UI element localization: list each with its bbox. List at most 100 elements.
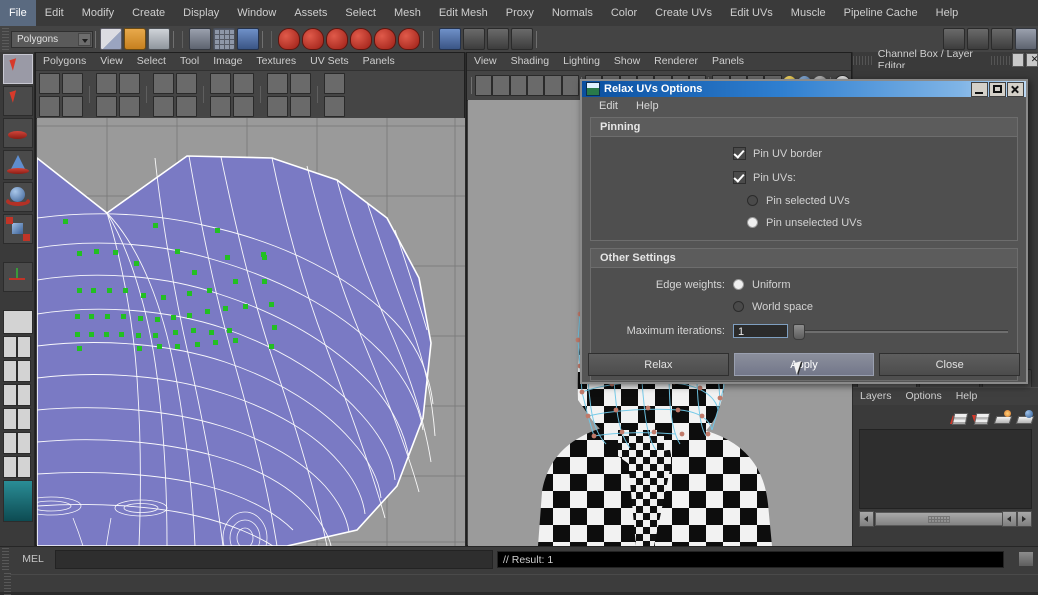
uv-toggle-grid-button[interactable]	[39, 72, 60, 94]
select-camera-button[interactable]	[475, 75, 493, 96]
pin-uvs-checkbox[interactable]	[733, 171, 746, 184]
layout-hypershade-persp-button[interactable]	[3, 408, 31, 430]
dialog-menu-edit[interactable]: Edit	[590, 97, 627, 115]
uv-menu-uv-sets[interactable]: UV Sets	[303, 53, 356, 70]
menuset-selector[interactable]: Polygons	[11, 30, 93, 48]
uv-menu-tool[interactable]: Tool	[173, 53, 206, 70]
paint-select-tool-button[interactable]	[3, 118, 33, 148]
scrollbar-thumb[interactable]	[875, 511, 1003, 526]
dock-undock-button[interactable]	[1011, 53, 1024, 67]
layout-persp-graph-button[interactable]	[3, 384, 31, 406]
slider-thumb[interactable]	[793, 323, 805, 340]
save-scene-button[interactable]	[148, 28, 170, 50]
edge-weights-uniform-row[interactable]: Edge weights: Uniform	[591, 275, 1017, 294]
uv-flip-horizontal-button[interactable]	[153, 72, 174, 94]
maximum-iterations-slider[interactable]	[793, 323, 1008, 340]
workspace-thumbnail[interactable]	[3, 480, 33, 522]
select-by-hierarchy-button[interactable]	[189, 28, 211, 50]
open-scene-button[interactable]	[124, 28, 146, 50]
grease-pencil-button[interactable]	[561, 75, 579, 96]
viewport-menu-view[interactable]: View	[467, 53, 504, 70]
snap-to-grid-button[interactable]	[278, 28, 300, 50]
edge-weights-uniform-radio[interactable]	[733, 279, 744, 290]
open-attribute-editor-button[interactable]	[967, 28, 989, 50]
viewport-menu-renderer[interactable]: Renderer	[647, 53, 705, 70]
uv-snap-button[interactable]	[119, 95, 140, 117]
dialog-title-bar[interactable]: Relax UVs Options	[582, 81, 1026, 97]
close-button[interactable]	[1007, 81, 1024, 97]
pin-selected-uvs-radio[interactable]	[747, 195, 758, 206]
uv-toggle-distortion-button[interactable]	[62, 95, 83, 117]
snap-to-projected-center-button[interactable]	[350, 28, 372, 50]
dock-grip[interactable]	[990, 55, 1010, 65]
dialog-menu-help[interactable]: Help	[627, 97, 668, 115]
scrollbar-track[interactable]	[874, 510, 1003, 527]
menu-edit-uvs[interactable]: Edit UVs	[721, 0, 782, 26]
move-tool-button[interactable]	[3, 150, 33, 180]
two-d-pan-zoom-button[interactable]	[544, 75, 562, 96]
last-tool-button[interactable]	[3, 262, 33, 292]
uv-align-right-button[interactable]	[210, 95, 231, 117]
layer-horizontal-scrollbar[interactable]	[859, 510, 1032, 527]
uv-menu-image[interactable]: Image	[206, 53, 249, 70]
uv-move-button[interactable]	[96, 72, 117, 94]
select-by-component-type-button[interactable]	[237, 28, 259, 50]
scale-tool-button[interactable]	[3, 214, 33, 244]
uv-layout-button[interactable]	[267, 72, 288, 94]
menu-assets[interactable]: Assets	[285, 0, 336, 26]
menu-file[interactable]: File	[0, 0, 36, 26]
maximize-button[interactable]	[989, 81, 1006, 97]
render-view-button[interactable]	[511, 28, 533, 50]
menu-create-uvs[interactable]: Create UVs	[646, 0, 721, 26]
pin-uvs-row[interactable]: Pin UVs:	[591, 168, 1017, 187]
open-tool-settings-button[interactable]	[991, 28, 1013, 50]
scroll-left-button-2[interactable]	[1002, 510, 1017, 527]
menu-modify[interactable]: Modify	[73, 0, 123, 26]
uv-toggle-texture-borders-button[interactable]	[62, 72, 83, 94]
uv-image-ratio-button[interactable]	[290, 95, 311, 117]
uv-flip-vertical-button[interactable]	[153, 95, 174, 117]
close-dialog-button[interactable]: Close	[879, 353, 1021, 376]
menu-muscle[interactable]: Muscle	[782, 0, 835, 26]
snap-to-point-button[interactable]	[326, 28, 348, 50]
maximum-iterations-row[interactable]: Maximum iterations: 1	[591, 321, 1017, 340]
uv-unitize-button[interactable]	[267, 95, 288, 117]
menu-color[interactable]: Color	[602, 0, 646, 26]
menu-edit-mesh[interactable]: Edit Mesh	[430, 0, 497, 26]
snap-to-curve-button[interactable]	[302, 28, 324, 50]
uv-align-left-button[interactable]	[210, 72, 231, 94]
command-line-grip[interactable]	[2, 548, 9, 570]
command-input[interactable]	[55, 549, 493, 569]
pin-uv-border-row[interactable]: Pin UV border	[591, 144, 1017, 163]
layer-menu-options[interactable]: Options	[899, 388, 949, 405]
relax-button[interactable]: Relax	[588, 353, 729, 376]
layer-list[interactable]	[859, 429, 1032, 509]
snap-to-view-plane-button[interactable]	[374, 28, 396, 50]
select-tool-button[interactable]	[3, 54, 33, 84]
move-layer-down-icon[interactable]	[972, 410, 991, 425]
render-current-frame-button[interactable]	[439, 28, 461, 50]
ipr-render-button[interactable]	[463, 28, 485, 50]
uv-scale-button[interactable]	[119, 72, 140, 94]
uv-menu-polygons[interactable]: Polygons	[36, 53, 93, 70]
image-plane-button[interactable]	[526, 75, 545, 96]
scroll-left-button[interactable]	[859, 510, 874, 527]
uv-align-bottom-button[interactable]	[233, 95, 254, 117]
command-script-editor-button[interactable]	[1018, 551, 1034, 567]
pin-unselected-uvs-row[interactable]: Pin unselected UVs	[591, 213, 1017, 232]
layout-single-perspective-button[interactable]	[3, 310, 33, 334]
move-layer-up-icon[interactable]	[950, 410, 969, 425]
menu-mesh[interactable]: Mesh	[385, 0, 430, 26]
dock-grip[interactable]	[853, 55, 872, 65]
uv-rotate-button[interactable]	[96, 95, 117, 117]
edge-weights-world-space-row[interactable]: World space	[591, 297, 1017, 316]
menu-pipeline-cache[interactable]: Pipeline Cache	[835, 0, 927, 26]
layout-extra-button[interactable]	[3, 456, 31, 478]
rotate-tool-button[interactable]	[3, 182, 33, 212]
viewport-menu-panels[interactable]: Panels	[705, 53, 751, 70]
layer-menu-layers[interactable]: Layers	[853, 388, 899, 405]
uv-toggle-shaded-button[interactable]	[39, 95, 60, 117]
uv-checker-button[interactable]	[324, 72, 345, 94]
edge-weights-world-space-radio[interactable]	[733, 301, 744, 312]
uv-canvas[interactable]	[37, 118, 465, 546]
